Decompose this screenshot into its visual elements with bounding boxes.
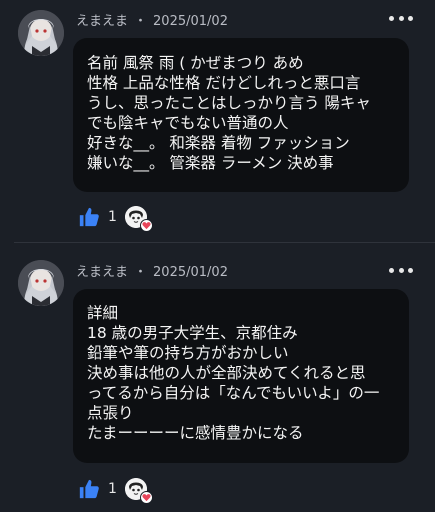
more-dots-icon[interactable]: [389, 10, 413, 26]
author-name[interactable]: えまえま: [76, 14, 128, 29]
comment-line: たまーーーーに感情豊かになる: [87, 424, 304, 442]
dot: [398, 15, 404, 21]
comment-line: ってるから自分は「なんでもいいよ」の一: [87, 384, 380, 402]
post-meta: えまえま・ 2025/01/02: [76, 10, 228, 29]
thumbs-up-icon[interactable]: [78, 478, 100, 500]
comment-line: うし、思ったことはしっかり言う 陽キャ: [87, 94, 371, 112]
comment-line: 名前 風祭 雨 ( かぜまつり あめ: [87, 54, 304, 72]
author-name[interactable]: えまえま: [76, 265, 128, 280]
meta-separator: ・: [134, 265, 148, 280]
more-dots-icon[interactable]: [389, 262, 413, 278]
dot: [389, 267, 394, 273]
reaction-bar: 1: [78, 476, 153, 504]
reactor-avatar[interactable]: [124, 478, 153, 504]
reactor-avatar[interactable]: [124, 206, 153, 232]
heart-icon: [139, 491, 153, 504]
like-count: 1: [108, 209, 117, 225]
dot: [408, 267, 413, 273]
comment-line: 18 歳の男子大学生、京都住み: [87, 324, 298, 342]
post-divider: [14, 242, 435, 243]
reaction-bar: 1: [78, 204, 153, 232]
author-avatar[interactable]: [18, 260, 64, 306]
thumbs-up-icon[interactable]: [78, 206, 100, 228]
comment-line: 好きな__。 和楽器 着物 ファッション: [87, 134, 350, 152]
heart-icon: [139, 219, 153, 232]
dot: [408, 15, 413, 21]
post-meta: えまえま・ 2025/01/02: [76, 261, 228, 280]
comment-bubble: 詳細 18 歳の男子大学生、京都住み 鉛筆や筆の持ち方がおかしい 決め事は他の人…: [73, 289, 409, 463]
comment-line: 点張り: [87, 404, 134, 422]
post-date: 2025/01/02: [153, 265, 228, 280]
comment-line: 決め事は他の人が全部決めてくれると思: [87, 364, 366, 382]
post-date: 2025/01/02: [153, 14, 228, 29]
like-count: 1: [108, 481, 117, 497]
author-avatar[interactable]: [18, 10, 64, 56]
comment-line: でも陰キャでもない普通の人: [87, 114, 289, 132]
comment-line: 嫌いな__。 管楽器 ラーメン 決め事: [87, 154, 334, 172]
meta-separator: ・: [134, 14, 148, 29]
dot: [398, 267, 404, 273]
comment-line: 詳細: [87, 304, 119, 322]
dot: [389, 15, 394, 21]
comment-line: 鉛筆や筆の持ち方がおかしい: [87, 344, 289, 362]
comment-bubble: 名前 風祭 雨 ( かぜまつり あめ 性格 上品な性格 だけどしれっと悪口言 う…: [73, 38, 409, 192]
comment-line: 性格 上品な性格 だけどしれっと悪口言: [87, 74, 361, 92]
